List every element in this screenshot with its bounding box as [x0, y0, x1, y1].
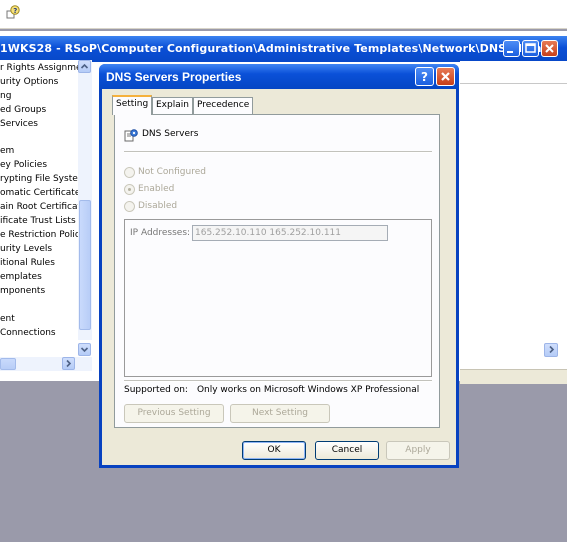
dialog-body: Setting Explain Precedence DNS Servers N…	[102, 89, 456, 465]
tree-item[interactable]: urity Levels	[0, 243, 52, 255]
cancel-button[interactable]: Cancel	[315, 441, 379, 460]
chevron-right-icon	[66, 359, 72, 368]
dialog-help-button[interactable]: ?	[415, 67, 434, 86]
scroll-thumb[interactable]	[79, 200, 91, 330]
tree-item[interactable]: rypting File System	[0, 173, 87, 185]
tree-item[interactable]: ain Root Certificat	[0, 201, 81, 213]
details-header	[460, 61, 567, 84]
tab-setting[interactable]: Setting	[112, 95, 153, 115]
radio-not-configured[interactable]	[124, 167, 135, 178]
policy-setting-icon	[124, 129, 138, 142]
status-bar	[460, 369, 567, 384]
radio-disabled-label: Disabled	[138, 201, 178, 211]
dns-servers-properties-dialog: DNS Servers Properties ? Setting Explain…	[99, 64, 459, 468]
svg-text:?: ?	[13, 7, 17, 15]
tree-item[interactable]: itional Rules	[0, 257, 55, 269]
supported-on: Supported on: Only works on Microsoft Win…	[124, 385, 419, 395]
details-scroll-right-button[interactable]	[544, 343, 558, 357]
radio-enabled[interactable]	[124, 184, 135, 195]
separator	[124, 151, 432, 153]
setting-name: DNS Servers	[142, 129, 199, 139]
console-tree: r Rights Assignmer urity Options ng ed G…	[0, 60, 92, 371]
supported-on-value: Only works on Microsoft Windows XP Profe…	[196, 385, 420, 395]
mmc-close-button[interactable]	[541, 40, 558, 57]
apply-button[interactable]: Apply	[386, 441, 450, 460]
tree-item[interactable]: mponents	[0, 285, 45, 297]
tree-item[interactable]: omatic Certificate R	[0, 187, 90, 199]
tree-item[interactable]: r Rights Assignmer	[0, 62, 85, 74]
previous-setting-button[interactable]: Previous Setting	[124, 404, 224, 423]
tree-item[interactable]: Services	[0, 118, 38, 130]
tree-item[interactable]: ificate Trust Lists	[0, 215, 76, 227]
tree-item[interactable]: Connections	[0, 327, 56, 339]
toolbar: ?	[0, 0, 567, 29]
ip-addresses-field[interactable]: 165.252.10.110 165.252.10.111	[192, 225, 388, 241]
question-mark-icon: ?	[421, 70, 428, 84]
maximize-icon	[525, 43, 536, 53]
tree-item[interactable]: e Restriction Polici	[0, 229, 82, 241]
tree-item[interactable]: emplates	[0, 271, 42, 283]
chevron-down-icon	[80, 347, 89, 353]
minimize-button[interactable]	[503, 40, 520, 57]
close-icon	[545, 44, 554, 53]
next-setting-button[interactable]: Next Setting	[230, 404, 330, 423]
close-icon	[441, 72, 450, 81]
ok-button[interactable]: OK	[242, 441, 306, 460]
h-scroll-thumb[interactable]	[0, 358, 16, 370]
tree-item[interactable]: ent	[0, 313, 15, 325]
separator	[124, 380, 432, 382]
dialog-title-bar[interactable]: DNS Servers Properties ?	[99, 64, 459, 89]
scroll-right-button[interactable]	[62, 357, 75, 370]
tree-horizontal-scrollbar[interactable]	[0, 357, 92, 371]
options-box	[124, 219, 432, 377]
chevron-right-icon	[548, 345, 554, 354]
dialog-close-button[interactable]	[436, 67, 455, 86]
tab-precedence[interactable]: Precedence	[193, 97, 254, 114]
setting-tab-panel: DNS Servers Not Configured Enabled Disab…	[114, 114, 440, 428]
tree-item[interactable]: urity Options	[0, 76, 58, 88]
help-icon[interactable]: ?	[6, 5, 20, 19]
ip-addresses-label: IP Addresses:	[130, 228, 191, 238]
scroll-up-button[interactable]	[78, 60, 91, 73]
mmc-title: 1WKS28 - RSoP\Computer Configuration\Adm…	[0, 42, 547, 55]
mmc-title-bar: 1WKS28 - RSoP\Computer Configuration\Adm…	[0, 36, 567, 62]
tree-item[interactable]: em	[0, 145, 14, 157]
tree-item[interactable]: ng	[0, 90, 11, 102]
radio-not-configured-label: Not Configured	[138, 167, 206, 177]
maximize-button[interactable]	[522, 40, 539, 57]
minimize-icon	[507, 51, 513, 53]
radio-enabled-label: Enabled	[138, 184, 175, 194]
dialog-title: DNS Servers Properties	[106, 70, 242, 84]
scroll-down-button[interactable]	[78, 343, 91, 356]
chevron-up-icon	[80, 63, 89, 69]
tree-item[interactable]: ey Policies	[0, 159, 47, 171]
tree-vertical-scrollbar[interactable]	[78, 60, 92, 356]
tab-explain[interactable]: Explain	[152, 97, 193, 114]
tree-item[interactable]: ed Groups	[0, 104, 46, 116]
supported-on-label: Supported on:	[124, 385, 188, 395]
radio-disabled[interactable]	[124, 201, 135, 212]
